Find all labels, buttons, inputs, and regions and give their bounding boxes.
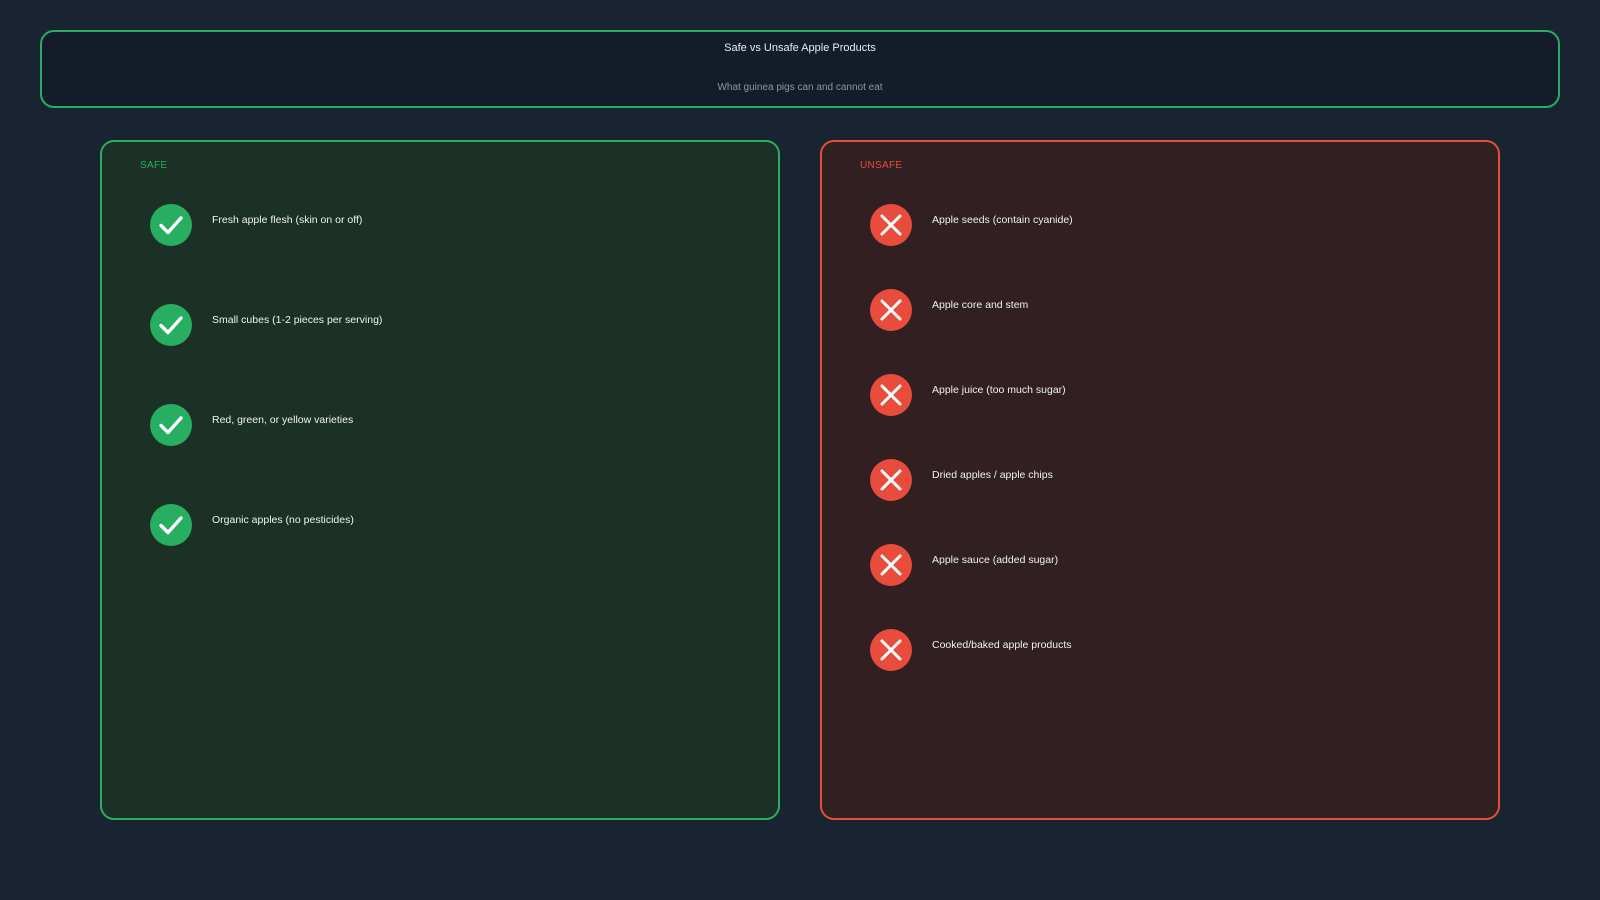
x-icon — [870, 374, 912, 416]
unsafe-panel-label: UNSAFE — [860, 160, 903, 171]
safe-item-label: Small cubes (1-2 pieces per serving) — [212, 314, 383, 326]
unsafe-item-label: Apple seeds (contain cyanide) — [932, 214, 1073, 226]
unsafe-panel: UNSAFE Apple seeds (contain cyanide) App… — [820, 140, 1500, 820]
check-icon — [150, 204, 192, 246]
page-title: Safe vs Unsafe Apple Products — [724, 42, 876, 54]
safe-item: Red, green, or yellow varieties — [150, 404, 750, 446]
page-subtitle: What guinea pigs can and cannot eat — [717, 82, 883, 93]
safe-item-label: Red, green, or yellow varieties — [212, 414, 354, 426]
safe-item: Organic apples (no pesticides) — [150, 504, 750, 546]
unsafe-item: Apple sauce (added sugar) — [870, 544, 1470, 586]
safe-item-label: Fresh apple flesh (skin on or off) — [212, 214, 363, 226]
unsafe-item-label: Cooked/baked apple products — [932, 639, 1072, 651]
x-icon — [870, 459, 912, 501]
check-icon — [150, 404, 192, 446]
unsafe-item: Dried apples / apple chips — [870, 459, 1470, 501]
page: Safe vs Unsafe Apple Products What guine… — [0, 0, 1600, 900]
unsafe-item: Cooked/baked apple products — [870, 629, 1470, 671]
unsafe-item-label: Apple juice (too much sugar) — [932, 384, 1066, 396]
safe-panel: SAFE Fresh apple flesh (skin on or off) … — [100, 140, 780, 820]
safe-item-label: Organic apples (no pesticides) — [212, 514, 354, 526]
header-box: Safe vs Unsafe Apple Products What guine… — [40, 30, 1560, 108]
unsafe-item: Apple juice (too much sugar) — [870, 374, 1470, 416]
x-icon — [870, 204, 912, 246]
check-icon — [150, 504, 192, 546]
unsafe-item-label: Dried apples / apple chips — [932, 469, 1053, 481]
x-icon — [870, 544, 912, 586]
check-icon — [150, 304, 192, 346]
safe-item: Fresh apple flesh (skin on or off) — [150, 204, 750, 246]
x-icon — [870, 629, 912, 671]
unsafe-item: Apple core and stem — [870, 289, 1470, 331]
unsafe-item-label: Apple sauce (added sugar) — [932, 554, 1059, 566]
safe-panel-label: SAFE — [140, 160, 168, 171]
safe-item: Small cubes (1-2 pieces per serving) — [150, 304, 750, 346]
unsafe-item: Apple seeds (contain cyanide) — [870, 204, 1470, 246]
unsafe-item-label: Apple core and stem — [932, 299, 1029, 311]
x-icon — [870, 289, 912, 331]
